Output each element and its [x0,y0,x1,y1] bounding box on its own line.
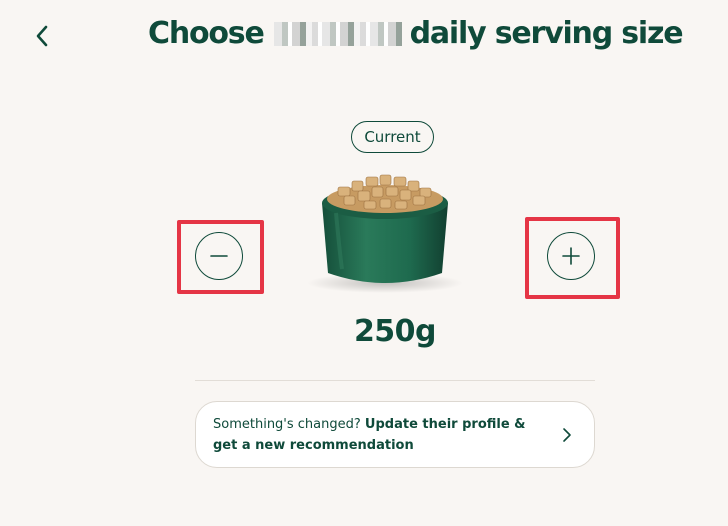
current-badge: Current [351,121,434,153]
serving-size-page: Choose daily serving size Current 250g S… [0,0,728,526]
redacted-pet-name [273,21,402,46]
decrease-serving-button[interactable] [195,232,243,280]
page-title: Choose daily serving size [148,16,684,51]
serving-amount: 250g [353,314,437,349]
update-lead-text: Something's changed? [213,416,365,432]
title-suffix: daily serving size [409,16,684,51]
update-card-text: Something's changed? Update their profil… [196,414,536,456]
divider [195,380,595,381]
back-button[interactable] [28,22,56,50]
chevron-right-icon [563,428,571,442]
chevron-left-icon [36,25,48,47]
plus-icon [562,247,580,265]
food-bowl-image [300,165,470,295]
increase-serving-button[interactable] [547,232,595,280]
title-prefix: Choose [148,16,265,51]
minus-icon [210,255,228,257]
update-profile-card[interactable]: Something's changed? Update their profil… [195,401,595,468]
